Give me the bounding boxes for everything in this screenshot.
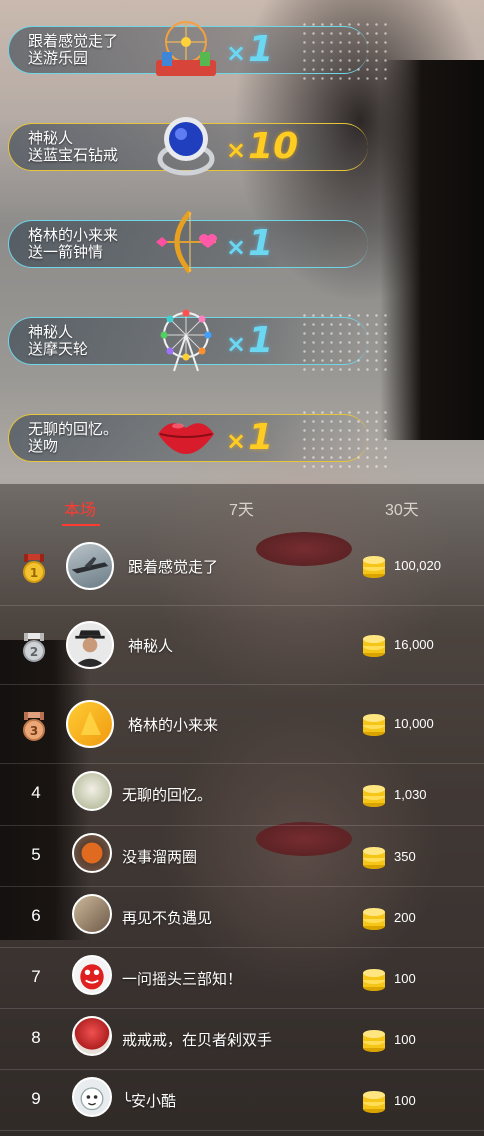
user-name: ╰安小酷 — [122, 1093, 177, 1110]
user-avatar[interactable] — [72, 955, 112, 995]
gift-multiplier: ×10 — [226, 126, 299, 167]
gift-banner: 神秘人 送摩天轮 ×1 — [0, 291, 484, 388]
gift-sender: 跟着感觉走了 — [28, 33, 119, 50]
ranking-row[interactable]: 9 ╰安小酷 100 — [0, 1070, 484, 1131]
gift-multiplier: ×1 — [226, 223, 274, 264]
tab-current-session[interactable]: 本场 — [64, 496, 96, 520]
rank-number: 8 — [31, 1028, 41, 1047]
gold-coin-icon — [363, 1091, 385, 1113]
rank-number: 4 — [31, 783, 41, 802]
tab-30-days[interactable]: 30天 — [385, 496, 419, 520]
gift-sender: 格林的小来来 — [28, 227, 119, 244]
gift-text: 跟着感觉走了 送游乐园 — [28, 33, 118, 67]
ranking-row[interactable]: 5 没事溜两圈 350 — [0, 826, 484, 887]
ranking-row[interactable]: 2 神秘人 16,000 — [0, 606, 484, 685]
gift-action: 送一箭钟情 — [28, 244, 104, 261]
coin-amount: 200 — [394, 910, 416, 925]
user-name: 再见不负遇见 — [122, 910, 213, 927]
svg-text:1: 1 — [30, 566, 38, 580]
gold-coin-icon — [363, 908, 385, 930]
gold-medal-icon: 1 — [23, 554, 45, 583]
user-name: 跟着感觉走了 — [128, 559, 219, 576]
gift-sender: 神秘人 — [28, 324, 74, 341]
user-avatar[interactable] — [72, 771, 112, 811]
gift-multiplier: ×1 — [226, 320, 274, 361]
user-avatar[interactable] — [66, 542, 114, 590]
gift-action: 送吻 — [28, 438, 59, 455]
sparkle-decoration — [300, 311, 390, 371]
coin-amount: 16,000 — [394, 637, 434, 652]
ranking-row[interactable]: 7 一问摇头三部知！ 100 — [0, 948, 484, 1009]
gift-text: 无聊的回忆。 送吻 — [28, 421, 118, 455]
gift-banner: 无聊的回忆。 送吻 ×1 — [0, 388, 484, 485]
user-name: 一问摇头三部知！ — [122, 971, 243, 988]
sapphire-ring-icon — [157, 117, 215, 176]
rank-number: 9 — [31, 1089, 41, 1108]
coin-amount: 1,030 — [394, 787, 427, 802]
ranking-tabs: 本场 7天 30天 — [0, 484, 484, 526]
user-name: 格林的小来来 — [128, 717, 219, 734]
user-avatar[interactable] — [72, 833, 112, 873]
active-tab-indicator — [62, 524, 100, 526]
gold-coin-icon — [363, 556, 385, 578]
cupid-bow-icon — [156, 210, 217, 274]
ranking-row[interactable]: 8 戒戒戒，在贝者剁双手 100 — [0, 1009, 484, 1070]
ranking-row[interactable]: 3 格林的小来来 10,000 — [0, 685, 484, 764]
gift-text: 神秘人 送蓝宝石钻戒 — [28, 130, 118, 164]
gift-action: 送蓝宝石钻戒 — [28, 147, 119, 164]
tab-7-days[interactable]: 7天 — [229, 496, 254, 520]
gift-sender: 无聊的回忆。 — [28, 421, 119, 438]
sparkle-decoration — [300, 408, 390, 468]
user-avatar[interactable] — [66, 700, 114, 748]
user-name: 无聊的回忆。 — [122, 787, 213, 804]
amusement-park-icon — [156, 21, 216, 76]
bronze-medal-icon: 3 — [23, 712, 45, 741]
gold-coin-icon — [363, 714, 385, 736]
coin-amount: 100,020 — [394, 558, 441, 573]
gift-banner-list: 跟着感觉走了 送游乐园 ×1 神秘人 送蓝宝石钻戒 ×10 格林的小来来 送一箭… — [0, 0, 484, 484]
user-name: 戒戒戒，在贝者剁双手 — [122, 1032, 273, 1049]
ferris-wheel-icon — [160, 309, 212, 372]
gold-coin-icon — [363, 1030, 385, 1052]
user-avatar[interactable] — [72, 894, 112, 934]
gold-coin-icon — [363, 635, 385, 657]
coin-amount: 100 — [394, 971, 416, 986]
gold-coin-icon — [363, 969, 385, 991]
gift-action: 送游乐园 — [28, 50, 89, 67]
ranking-row[interactable]: 4 无聊的回忆。 1,030 — [0, 764, 484, 826]
gift-multiplier: ×1 — [226, 417, 274, 458]
coin-amount: 100 — [394, 1032, 416, 1047]
rank-number: 6 — [31, 906, 41, 925]
kiss-lips-icon — [158, 423, 214, 454]
svg-text:3: 3 — [30, 724, 38, 738]
user-avatar[interactable] — [72, 1016, 112, 1056]
silver-medal-icon: 2 — [23, 633, 45, 662]
user-name: 没事溜两圈 — [122, 849, 198, 866]
coin-amount: 100 — [394, 1093, 416, 1108]
svg-text:2: 2 — [30, 645, 38, 659]
user-avatar[interactable] — [66, 621, 114, 669]
sparkle-decoration — [300, 20, 390, 80]
gift-banner: 神秘人 送蓝宝石钻戒 ×10 — [0, 97, 484, 194]
rank-number: 5 — [31, 845, 41, 864]
gold-coin-icon — [363, 785, 385, 807]
rank-number: 7 — [31, 967, 41, 986]
gift-action: 送摩天轮 — [28, 341, 89, 358]
user-name: 神秘人 — [128, 638, 174, 655]
coin-amount: 10,000 — [394, 716, 434, 731]
user-avatar[interactable] — [72, 1077, 112, 1117]
gift-sender: 神秘人 — [28, 130, 74, 147]
contribution-ranking-panel: 本场 7天 30天 1 跟着感觉走了 100,020 2 神秘人 16,000 … — [0, 484, 484, 1136]
gift-text: 格林的小来来 送一箭钟情 — [28, 227, 118, 261]
coin-amount: 350 — [394, 849, 416, 864]
gift-text: 神秘人 送摩天轮 — [28, 324, 88, 358]
ranking-row[interactable]: 6 再见不负遇见 200 — [0, 887, 484, 948]
gold-coin-icon — [363, 847, 385, 869]
gift-banner: 跟着感觉走了 送游乐园 ×1 — [0, 0, 484, 97]
gift-banner: 格林的小来来 送一箭钟情 ×1 — [0, 194, 484, 291]
ranking-list: 1 跟着感觉走了 100,020 2 神秘人 16,000 3 格林的小来来 1… — [0, 527, 484, 1131]
gift-multiplier: ×1 — [226, 29, 274, 70]
ranking-row[interactable]: 1 跟着感觉走了 100,020 — [0, 527, 484, 606]
